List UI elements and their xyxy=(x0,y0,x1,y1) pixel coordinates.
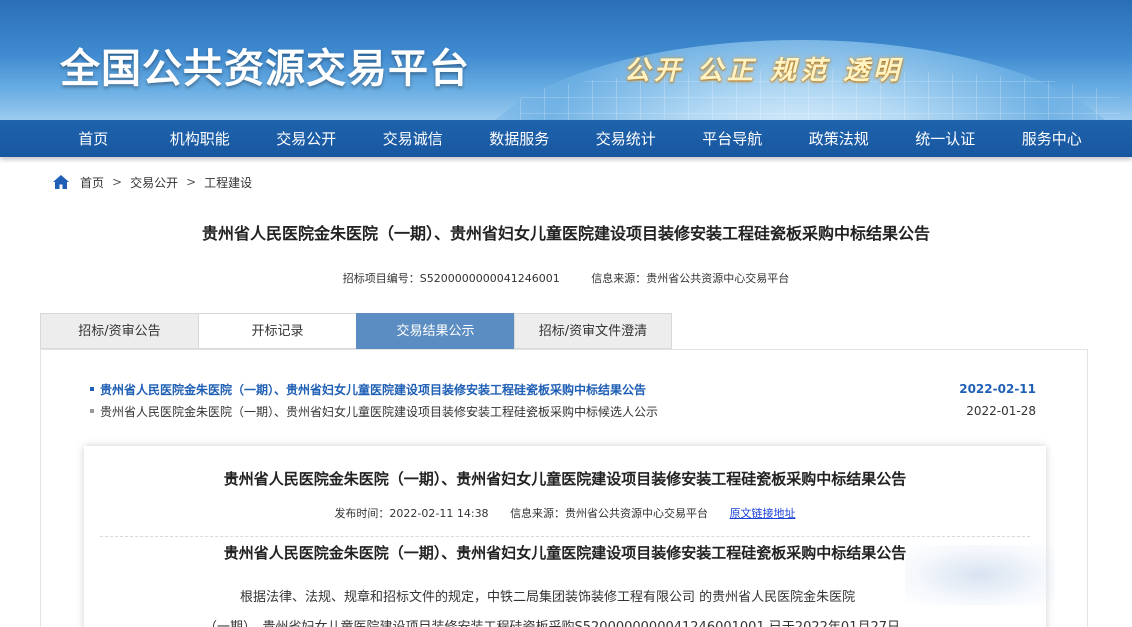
card-heading: 贵州省人民医院金朱医院（一期）、贵州省妇女儿童医院建设项目装修安装工程硅瓷板采购… xyxy=(223,544,907,562)
watermark-graphic xyxy=(905,545,1055,605)
nav-item-platform-nav[interactable]: 平台导航 xyxy=(679,128,786,149)
tab-trade-result[interactable]: 交易结果公示 xyxy=(356,313,514,349)
original-link[interactable]: 原文链接地址 xyxy=(730,507,796,520)
tab-bid-opening[interactable]: 开标记录 xyxy=(198,313,356,349)
announcement-card: 贵州省人民医院金朱医院（一期）、贵州省妇女儿童医院建设项目装修安装工程硅瓷板采购… xyxy=(84,446,1046,627)
nav-item-home[interactable]: 首页 xyxy=(40,128,147,149)
publish-time: 发布时间：2022-02-11 14:38 xyxy=(334,507,489,520)
card-paragraph-continued: （一期）、贵州省妇女儿童医院建设项目装修安装工程硅瓷板采购S5200000000… xyxy=(204,616,964,627)
announcement-list: 贵州省人民医院金朱医院（一期）、贵州省妇女儿童医院建设项目装修安装工程硅瓷板采购… xyxy=(90,378,1036,422)
nav-item-institution[interactable]: 机构职能 xyxy=(147,128,254,149)
bullet-icon xyxy=(90,387,94,391)
slogan: 公开 公正 规范 透明 xyxy=(624,56,904,86)
nav-item-policy[interactable]: 政策法规 xyxy=(786,128,893,149)
card-title: 贵州省人民医院金朱医院（一期）、贵州省妇女儿童医院建设项目装修安装工程硅瓷板采购… xyxy=(223,470,907,488)
divider xyxy=(100,536,1030,537)
list-item-title[interactable]: 贵州省人民医院金朱医院（一期）、贵州省妇女儿童医院建设项目装修安装工程硅瓷板采购… xyxy=(100,381,646,398)
main-nav: 首页 机构职能 交易公开 交易诚信 数据服务 交易统计 平台导航 政策法规 统一… xyxy=(0,120,1132,157)
nav-item-service-center[interactable]: 服务中心 xyxy=(999,128,1106,149)
tab-clarification[interactable]: 招标/资审文件澄清 xyxy=(514,313,672,349)
card-source: 信息来源：贵州省公共资源中心交易平台 xyxy=(510,507,709,520)
card-meta: 发布时间：2022-02-11 14:38 信息来源：贵州省公共资源中心交易平台… xyxy=(84,505,1046,521)
list-item[interactable]: 贵州省人民医院金朱医院（一期）、贵州省妇女儿童医院建设项目装修安装工程硅瓷板采购… xyxy=(90,400,1036,422)
bullet-icon xyxy=(90,409,94,413)
list-item-date: 2022-01-28 xyxy=(966,404,1036,418)
page-meta: 招标项目编号：S5200000000041246001 信息来源：贵州省公共资源… xyxy=(0,270,1132,286)
card-paragraph: 根据法律、法规、规章和招标文件的规定，中铁二局集团装饰装修工程有限公司 的贵州省… xyxy=(240,590,856,605)
breadcrumb-separator: > xyxy=(112,175,123,189)
list-item-title[interactable]: 贵州省人民医院金朱医院（一期）、贵州省妇女儿童医院建设项目装修安装工程硅瓷板采购… xyxy=(100,403,658,420)
nav-item-statistics[interactable]: 交易统计 xyxy=(573,128,680,149)
nav-item-auth[interactable]: 统一认证 xyxy=(892,128,999,149)
info-source: 信息来源：贵州省公共资源中心交易平台 xyxy=(591,272,790,285)
nav-item-data-service[interactable]: 数据服务 xyxy=(466,128,573,149)
tab-bar: 招标/资审公告 开标记录 交易结果公示 招标/资审文件澄清 xyxy=(40,313,672,349)
breadcrumb-home[interactable]: 首页 xyxy=(80,174,104,191)
tab-tender-notice[interactable]: 招标/资审公告 xyxy=(40,313,198,349)
breadcrumb-engineering[interactable]: 工程建设 xyxy=(204,174,252,191)
header-banner: 全国公共资源交易平台 公开 公正 规范 透明 xyxy=(0,0,1132,120)
list-item[interactable]: 贵州省人民医院金朱医院（一期）、贵州省妇女儿童医院建设项目装修安装工程硅瓷板采购… xyxy=(90,378,1036,400)
project-number: 招标项目编号：S5200000000041246001 xyxy=(342,272,560,285)
nav-item-trade-public[interactable]: 交易公开 xyxy=(253,128,360,149)
nav-item-trade-credit[interactable]: 交易诚信 xyxy=(360,128,467,149)
page-title: 贵州省人民医院金朱医院（一期）、贵州省妇女儿童医院建设项目装修安装工程硅瓷板采购… xyxy=(201,224,930,243)
breadcrumb-separator: > xyxy=(186,175,197,189)
list-item-date: 2022-02-11 xyxy=(959,382,1036,396)
breadcrumb: 首页 > 交易公开 > 工程建设 xyxy=(52,172,252,192)
site-title[interactable]: 全国公共资源交易平台 xyxy=(60,36,470,94)
breadcrumb-trade-public[interactable]: 交易公开 xyxy=(130,174,178,191)
home-icon[interactable] xyxy=(52,174,70,190)
